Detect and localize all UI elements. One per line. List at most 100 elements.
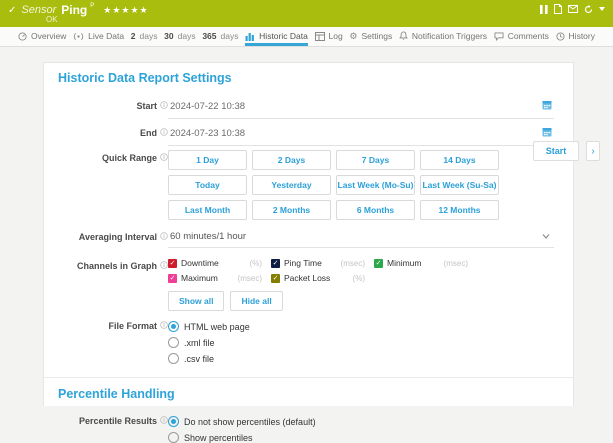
pause-icon[interactable]	[540, 5, 548, 14]
section-title-historic-data-report-settings: Historic Data Report Settings	[58, 71, 573, 92]
start-report-button[interactable]: Start	[533, 141, 579, 161]
quick-range-today-button[interactable]: Today	[168, 175, 247, 195]
chevron-right-icon: ›	[591, 146, 594, 157]
averaging-interval-value: 60 minutes/1 hour	[170, 231, 246, 242]
bar-chart-icon	[245, 32, 255, 41]
quick-range-7-days-button[interactable]: 7 Days	[336, 150, 415, 170]
gauge-icon	[18, 32, 27, 41]
live-signal-icon	[73, 32, 84, 41]
checkbox-packet-loss[interactable]	[271, 274, 280, 283]
channels-grid: Downtime (%) Ping Time (msec) Minimum (m…	[168, 258, 554, 283]
tab-live-data[interactable]: Live Data	[73, 27, 124, 46]
tab-notification-triggers[interactable]: Notification Triggers	[399, 27, 487, 46]
status-check-icon: ✓	[8, 5, 16, 16]
tab-overview[interactable]: Overview	[18, 27, 66, 46]
tab-label: Notification Triggers	[412, 31, 487, 41]
email-icon[interactable]	[568, 5, 578, 13]
tab-label: Log	[329, 31, 343, 41]
quick-range-last-month-button[interactable]: Last Month	[168, 200, 247, 220]
channel-downtime[interactable]: Downtime (%)	[168, 258, 262, 268]
radio-xml-file[interactable]	[168, 337, 179, 348]
end-datetime-input[interactable]: 2024-07-23 10:38	[168, 125, 554, 146]
file-format-option-xml[interactable]: .xml file	[168, 337, 554, 348]
hide-all-button[interactable]: Hide all	[230, 291, 282, 311]
show-all-button[interactable]: Show all	[168, 291, 224, 311]
checkbox-maximum[interactable]	[168, 274, 177, 283]
file-format-row: File Format HTML web page .xml file .csv…	[44, 321, 573, 364]
bell-icon	[399, 31, 408, 41]
file-format-option-html[interactable]: HTML web page	[168, 321, 554, 332]
start-row: Start 2024-07-22 10:38	[44, 98, 573, 119]
averaging-interval-select[interactable]: 60 minutes/1 hour	[168, 229, 554, 248]
radio-show-percentiles[interactable]	[168, 432, 179, 443]
refresh-icon[interactable]	[584, 5, 593, 14]
settings-card: Historic Data Report Settings Start 2024…	[43, 62, 574, 406]
tab-2-days[interactable]: 2 days	[131, 27, 158, 46]
radio-html-web-page[interactable]	[168, 321, 179, 332]
tab-bar: Overview Live Data 2 days 30 days 365 da…	[0, 27, 613, 47]
info-icon[interactable]	[160, 232, 168, 242]
channel-minimum[interactable]: Minimum (msec)	[374, 258, 468, 268]
checkbox-minimum[interactable]	[374, 259, 383, 268]
start-label: Start	[136, 101, 157, 111]
tab-label: Historic Data	[259, 31, 308, 41]
tab-label: Overview	[31, 31, 66, 41]
history-clock-icon	[556, 32, 565, 41]
quick-range-last-week-mo-su-button[interactable]: Last Week (Mo-Su)	[336, 175, 415, 195]
calendar-icon[interactable]	[542, 127, 552, 140]
info-icon[interactable]	[160, 261, 168, 271]
info-icon[interactable]	[160, 321, 168, 331]
quick-range-12-months-button[interactable]: 12 Months	[420, 200, 499, 220]
tab-comments[interactable]: Comments	[494, 27, 549, 46]
quick-range-6-months-button[interactable]: 6 Months	[336, 200, 415, 220]
tab-settings[interactable]: ⚙ Settings	[349, 27, 392, 46]
tab-label: Live Data	[88, 31, 124, 41]
end-label: End	[140, 128, 157, 138]
radio-csv-file[interactable]	[168, 353, 179, 364]
quick-range-1-day-button[interactable]: 1 Day	[168, 150, 247, 170]
tab-log[interactable]: Log	[315, 27, 343, 46]
percentile-results-row: Percentile Results Do not show percentil…	[44, 416, 573, 443]
end-row: End 2024-07-23 10:38	[44, 125, 573, 146]
tab-label: Comments	[508, 31, 549, 41]
sensor-name: Ping	[61, 3, 87, 17]
checkbox-downtime[interactable]	[168, 259, 177, 268]
file-format-label: File Format	[108, 321, 157, 331]
quick-range-2-days-button[interactable]: 2 Days	[252, 150, 331, 170]
tab-365-days[interactable]: 365 days	[202, 27, 238, 46]
channel-ping-time[interactable]: Ping Time (msec)	[271, 258, 365, 268]
info-icon[interactable]	[160, 416, 168, 426]
channels-in-graph-row: Channels in Graph Downtime (%) Ping Time…	[44, 258, 573, 311]
section-divider	[44, 377, 573, 378]
priority-stars[interactable]: ★★★★★	[103, 5, 148, 16]
tab-history[interactable]: History	[556, 27, 595, 46]
checkbox-ping-time[interactable]	[271, 259, 280, 268]
percentile-option-do-not-show[interactable]: Do not show percentiles (default)	[168, 416, 554, 427]
info-icon[interactable]	[160, 128, 168, 138]
info-icon[interactable]	[160, 153, 168, 163]
quick-range-yesterday-button[interactable]: Yesterday	[252, 175, 331, 195]
percentile-option-show[interactable]: Show percentiles	[168, 432, 554, 443]
quick-range-14-days-button[interactable]: 14 Days	[420, 150, 499, 170]
start-report-actions: Start ›	[533, 141, 600, 161]
quick-range-last-week-su-sa-button[interactable]: Last Week (Su-Sa)	[420, 175, 499, 195]
sensor-header: ✓ Sensor Ping P ★★★★★ OK	[0, 0, 613, 27]
tab-30-days[interactable]: 30 days	[164, 27, 195, 46]
tab-historic-data[interactable]: Historic Data	[245, 27, 308, 46]
averaging-interval-label: Averaging Interval	[79, 232, 157, 242]
channel-packet-loss[interactable]: Packet Loss (%)	[271, 273, 365, 283]
gear-icon: ⚙	[349, 31, 357, 42]
tab-label: Settings	[362, 31, 393, 41]
calendar-icon[interactable]	[542, 100, 552, 113]
radio-do-not-show-percentiles[interactable]	[168, 416, 179, 427]
start-arrow-button[interactable]: ›	[586, 141, 600, 161]
channels-in-graph-label: Channels in Graph	[77, 261, 157, 271]
start-datetime-input[interactable]: 2024-07-22 10:38	[168, 98, 554, 119]
report-document-icon[interactable]	[554, 4, 562, 14]
quick-range-2-months-button[interactable]: 2 Months	[252, 200, 331, 220]
averaging-interval-row: Averaging Interval 60 minutes/1 hour	[44, 229, 573, 248]
info-icon[interactable]	[160, 101, 168, 111]
channel-maximum[interactable]: Maximum (msec)	[168, 273, 262, 283]
file-format-option-csv[interactable]: .csv file	[168, 353, 554, 364]
caret-down-icon[interactable]	[599, 7, 605, 11]
